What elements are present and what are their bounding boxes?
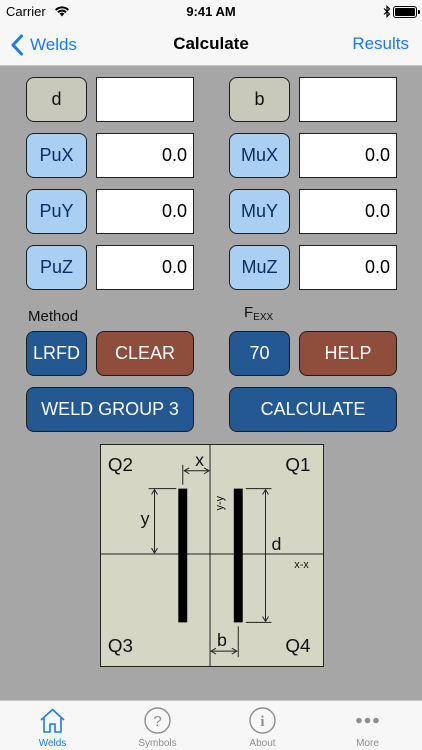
fexx-label: FEXX: [244, 304, 273, 323]
status-time: 9:41 AM: [186, 4, 236, 19]
tab-about-label: About: [249, 738, 276, 749]
weld-group-button[interactable]: WELD GROUP 3: [26, 387, 194, 432]
muy-input[interactable]: 0.0: [299, 189, 397, 234]
clear-button[interactable]: CLEAR: [96, 331, 194, 376]
status-bar: Carrier 9:41 AM: [0, 0, 422, 24]
weld-right: [233, 488, 243, 623]
b-input[interactable]: [299, 77, 397, 122]
d-button[interactable]: d: [26, 77, 87, 122]
muz-input[interactable]: 0.0: [299, 245, 397, 290]
calculate-button[interactable]: CALCULATE: [229, 387, 397, 432]
mux-input[interactable]: 0.0: [299, 133, 397, 178]
battery-icon: [393, 6, 420, 18]
quadrant-q1-label: Q1: [285, 454, 310, 475]
tab-bar: Welds ? Symbols i About More: [0, 700, 422, 750]
weld-left: [178, 488, 188, 623]
puz-input[interactable]: 0.0: [96, 245, 194, 290]
home-icon: [40, 708, 65, 733]
d-input[interactable]: [96, 77, 194, 122]
svg-text:i: i: [260, 714, 264, 730]
tab-more-label: More: [356, 738, 379, 749]
pux-input[interactable]: 0.0: [96, 133, 194, 178]
fexx-label-sub: EXX: [253, 312, 274, 323]
weld-diagram-svg: x y d b x-x y-y Q2 Q1 Q3 Q4: [101, 445, 323, 666]
tab-symbols-label: Symbols: [138, 738, 177, 749]
method-label: Method: [28, 308, 79, 325]
navigation-bar: Welds Calculate Results: [0, 24, 422, 66]
b-button[interactable]: b: [229, 77, 290, 122]
fexx-label-main: F: [244, 304, 254, 321]
svg-text:?: ?: [153, 713, 161, 730]
tab-symbols[interactable]: ? Symbols: [105, 701, 210, 750]
weld-group-diagram: x y d b x-x y-y Q2 Q1 Q3 Q4: [100, 444, 324, 667]
muz-button[interactable]: MuZ: [229, 245, 290, 290]
help-button[interactable]: HELP: [299, 331, 397, 376]
b-dim-label: b: [217, 630, 227, 650]
info-icon: i: [249, 707, 276, 734]
puy-input[interactable]: 0.0: [96, 189, 194, 234]
mux-button[interactable]: MuX: [229, 133, 290, 178]
tab-about[interactable]: i About: [210, 701, 315, 750]
results-button[interactable]: Results: [352, 34, 409, 54]
x-dim-label: x: [195, 450, 204, 470]
bluetooth-icon: [383, 5, 391, 18]
question-icon: ?: [144, 707, 171, 734]
tab-more[interactable]: More: [315, 701, 420, 750]
pux-button[interactable]: PuX: [26, 133, 87, 178]
tab-welds[interactable]: Welds: [0, 701, 105, 750]
quadrant-q3-label: Q3: [108, 635, 133, 656]
puz-button[interactable]: PuZ: [26, 245, 87, 290]
fexx-button[interactable]: 70: [229, 331, 290, 376]
d-dim-label: d: [271, 534, 281, 554]
y-axis-label: y-y: [214, 495, 226, 510]
quadrant-q4-label: Q4: [285, 635, 310, 656]
method-button[interactable]: LRFD: [26, 331, 87, 376]
quadrant-q2-label: Q2: [108, 454, 133, 475]
tab-welds-label: Welds: [38, 738, 67, 749]
puy-button[interactable]: PuY: [26, 189, 87, 234]
x-axis-label: x-x: [294, 559, 309, 571]
more-icon: [356, 717, 379, 724]
y-dim-label: y: [141, 508, 150, 528]
muy-button[interactable]: MuY: [229, 189, 290, 234]
